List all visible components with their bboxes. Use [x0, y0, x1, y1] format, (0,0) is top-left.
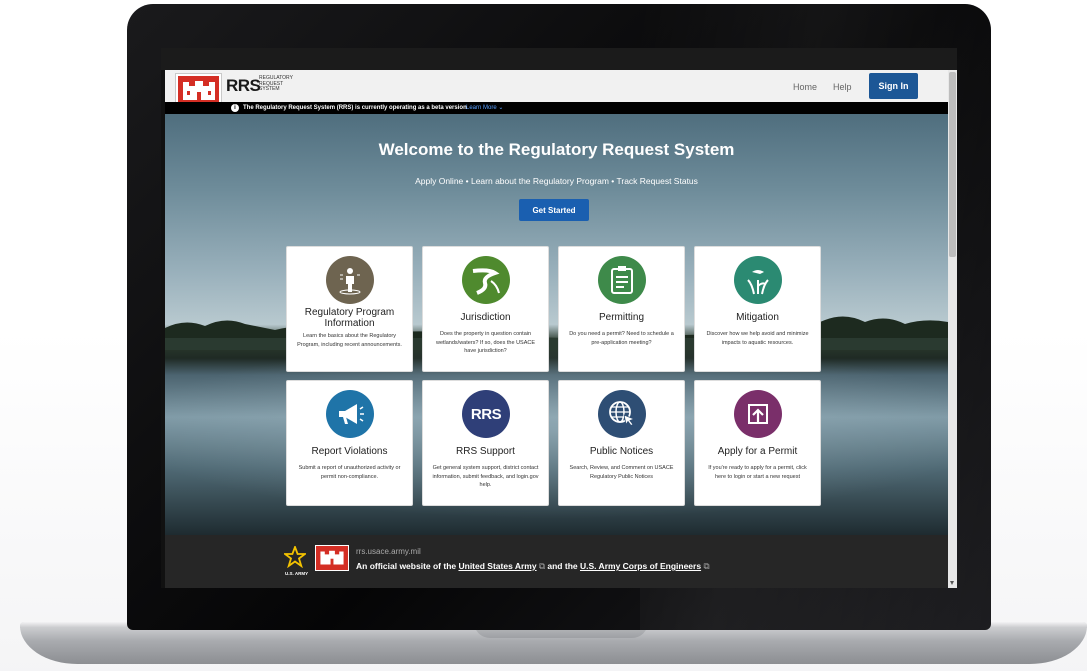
card-description: Does the property in question contain we… [435, 331, 536, 354]
card-report-violations[interactable]: Report Violations Submit a report of una… [286, 380, 413, 506]
rrs-wordmark-subtitle: REGULATORY REQUEST SYSTEM [259, 75, 293, 92]
scrollbar-thumb[interactable] [949, 72, 956, 257]
card-title: Mitigation [736, 312, 779, 323]
card-description: Learn the basics about the Regulatory Pr… [297, 333, 402, 348]
laptop-screen: RRS REGULATORY REQUEST SYSTEM Home Help … [161, 48, 957, 588]
megaphone-icon [326, 390, 374, 438]
nav-home-link[interactable]: Home [793, 82, 817, 92]
card-title: Permitting [598, 312, 644, 323]
card-apply-permit[interactable]: Apply for a Permit If you're ready to ap… [694, 380, 821, 506]
card-description: Do you need a permit? Need to schedule a… [569, 331, 674, 346]
army-star-icon [284, 546, 306, 568]
sign-in-button[interactable]: Sign In [869, 73, 918, 99]
card-title: Report Violations [311, 446, 388, 457]
page-scrollbar[interactable] [948, 70, 957, 588]
beta-banner-text: The Regulatory Request System (RRS) is c… [243, 105, 467, 111]
scroll-down-icon[interactable] [950, 581, 954, 585]
rrs-website: RRS REGULATORY REQUEST SYSTEM Home Help … [165, 70, 948, 588]
card-rrs-support[interactable]: RRS RRS Support Get general system suppo… [422, 380, 549, 506]
info-icon: i [231, 104, 239, 112]
card-public-notices[interactable]: Public Notices Search, Review, and Comme… [558, 380, 685, 506]
hero-subtitle: Apply Online • Learn about the Regulator… [415, 176, 698, 186]
card-permitting[interactable]: Permitting Do you need a permit? Need to… [558, 246, 685, 372]
external-link-icon: ⧉ [703, 561, 710, 571]
card-jurisdiction[interactable]: Jurisdiction Does the property in questi… [422, 246, 549, 372]
card-description: Submit a report of unauthorized activity… [298, 465, 401, 480]
card-title: Public Notices [589, 446, 654, 457]
site-header: RRS REGULATORY REQUEST SYSTEM Home Help … [165, 70, 948, 108]
browser-top-strip [161, 48, 957, 70]
card-description: Search, Review, and Comment on USACE Reg… [569, 465, 674, 480]
nav-help-link[interactable]: Help [833, 82, 852, 92]
learn-more-link[interactable]: Learn More ⌄ [466, 102, 503, 114]
beta-banner: i The Regulatory Request System (RRS) is… [165, 102, 948, 114]
official-website-statement: An official website of the United States… [356, 561, 710, 571]
site-footer: U.S. ARMY rrs.usace.army.mil An official… [165, 535, 948, 588]
rrs-wordmark[interactable]: RRS [226, 76, 261, 96]
upload-icon [734, 390, 782, 438]
army-corps-link[interactable]: U.S. Army Corps of Engineers [580, 561, 701, 571]
card-title: Regulatory Program Information [304, 307, 395, 329]
usace-footer-logo[interactable] [315, 545, 349, 571]
wetland-bird-icon [734, 256, 782, 304]
card-description: Get general system support, district con… [432, 465, 539, 488]
card-mitigation[interactable]: Mitigation Discover how we help avoid an… [694, 246, 821, 372]
footer-url: rrs.usace.army.mil [356, 547, 421, 556]
person-info-icon [326, 256, 374, 304]
card-title: Apply for a Permit [717, 446, 798, 457]
globe-cursor-icon [598, 390, 646, 438]
clipboard-icon [598, 256, 646, 304]
hero-title: Welcome to the Regulatory Request System [378, 140, 735, 159]
river-icon [462, 256, 510, 304]
card-description: If you're ready to apply for a permit, c… [708, 465, 807, 480]
united-states-army-link[interactable]: United States Army [458, 561, 536, 571]
card-title: Jurisdiction [460, 312, 511, 323]
card-description: Discover how we help avoid and minimize … [706, 331, 809, 346]
get-started-button[interactable]: Get Started [519, 199, 589, 221]
card-title: RRS Support [456, 446, 515, 457]
treeline-image [165, 316, 948, 350]
hero-section: Welcome to the Regulatory Request System… [165, 114, 948, 535]
us-army-label: U.S. ARMY [285, 571, 309, 576]
rrs-icon: RRS [462, 390, 510, 438]
card-regulatory-program[interactable]: Regulatory Program Information Learn the… [286, 246, 413, 372]
